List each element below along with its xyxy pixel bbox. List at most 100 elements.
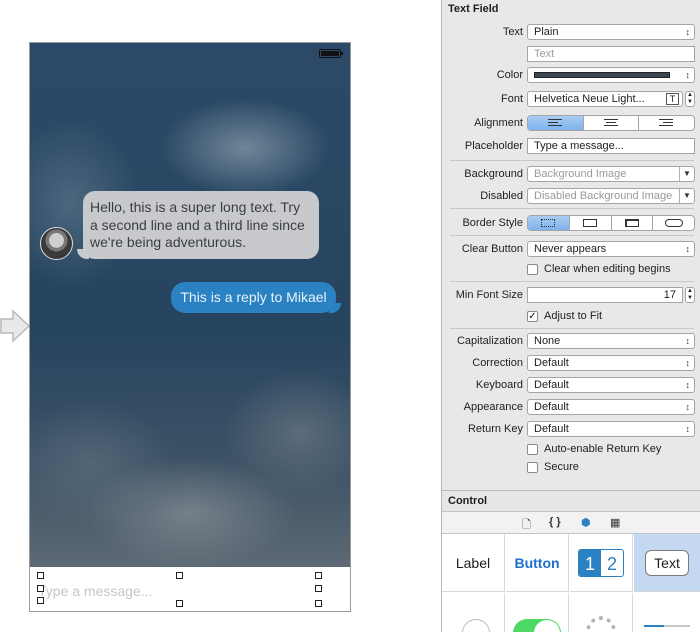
disabled-image-combo[interactable]: Disabled Background Image ▼ — [527, 188, 695, 204]
bubble-tail — [329, 303, 341, 313]
border-style-label: Border Style — [462, 217, 523, 229]
chevron-down-icon[interactable]: ▼ — [679, 189, 694, 203]
library-button-item[interactable]: Button — [506, 534, 569, 592]
library-slider-item[interactable] — [442, 593, 505, 632]
auto-enable-return-label: Auto-enable Return Key — [544, 443, 662, 455]
segmented-control-preview: 1 2 — [578, 548, 624, 577]
capitalization-popup[interactable]: None — [527, 333, 695, 349]
placeholder-label: Placeholder — [464, 140, 523, 152]
media-library-icon[interactable]: ▦ — [610, 516, 620, 529]
resize-handle[interactable] — [176, 572, 183, 579]
border-line-segment[interactable] — [570, 216, 612, 230]
clear-when-editing-checkbox[interactable]: Clear when editing begins — [527, 262, 671, 276]
clear-button-label: Clear Button — [461, 243, 523, 255]
align-right-segment[interactable] — [639, 116, 694, 130]
border-rounded-segment[interactable] — [653, 216, 694, 230]
keyboard-popup[interactable]: Default — [527, 377, 695, 393]
return-key-label: Return Key — [467, 423, 523, 435]
color-popup[interactable] — [527, 67, 695, 83]
file-template-icon[interactable]: 🗋 — [522, 516, 531, 535]
background-label: Background — [464, 168, 523, 180]
chevron-down-icon[interactable]: ▼ — [679, 167, 694, 181]
border-none-segment[interactable] — [528, 216, 570, 230]
color-label: Color — [496, 69, 523, 81]
min-font-size-stepper[interactable]: ▲ ▼ — [685, 287, 695, 303]
min-font-size-label: Min Font Size — [455, 289, 523, 301]
border-none-icon — [541, 219, 556, 227]
min-font-size-field[interactable]: 17 — [527, 287, 683, 303]
text-type-popup[interactable]: Plain — [527, 24, 695, 40]
text-value-field[interactable]: Text — [527, 46, 695, 62]
font-value: Helvetica Neue Light... — [534, 93, 645, 105]
resize-handle[interactable] — [37, 597, 44, 604]
library-activity-indicator-item[interactable] — [570, 593, 633, 632]
auto-enable-return-checkbox[interactable]: Auto-enable Return Key — [527, 442, 661, 456]
resize-handle[interactable] — [315, 600, 322, 607]
font-size-stepper[interactable]: ▲ ▼ — [685, 91, 695, 107]
color-swatch — [534, 72, 670, 78]
appearance-label: Appearance — [463, 401, 523, 413]
capitalization-label: Capitalization — [456, 335, 523, 347]
font-field[interactable]: Helvetica Neue Light... T — [527, 91, 683, 107]
resize-handle[interactable] — [37, 585, 44, 592]
appearance-popup[interactable]: Default — [527, 399, 695, 415]
placeholder-field[interactable]: Type a message... — [527, 138, 695, 154]
border-style-segmented-control — [527, 215, 695, 231]
checkmark-icon: ✓ — [527, 310, 538, 322]
resize-handle[interactable] — [176, 600, 183, 607]
storyboard-canvas: Hello, this is a super long text. Try a … — [0, 0, 440, 632]
align-left-segment[interactable] — [528, 116, 584, 130]
segment-two: 2 — [606, 553, 617, 574]
object-library-grid: Label Button 1 2 Text — [442, 534, 700, 632]
correction-popup[interactable]: Default — [527, 355, 695, 371]
message-text-field[interactable]: Type a message... — [38, 583, 328, 601]
divider — [450, 328, 694, 329]
font-label: Font — [500, 93, 523, 105]
message-input-bar: Type a message... — [30, 567, 350, 611]
control-section-title: Control — [448, 495, 488, 507]
avatar — [40, 227, 73, 260]
divider — [450, 160, 694, 161]
label-item-text: Label — [455, 554, 491, 571]
resize-handle[interactable] — [315, 585, 322, 592]
outgoing-message-bubble[interactable]: This is a reply to Mikael — [171, 282, 341, 313]
text-label: Text — [502, 26, 523, 38]
font-picker-icon[interactable]: T — [666, 93, 679, 105]
divider — [450, 235, 694, 236]
align-center-segment[interactable] — [584, 116, 640, 130]
segment-one: 1 — [579, 549, 601, 576]
object-library-icon[interactable]: ⬢ — [581, 516, 591, 529]
library-switch-item[interactable] — [506, 593, 569, 632]
clear-when-editing-label: Clear when editing begins — [544, 263, 671, 275]
interface-builder-window: Hello, this is a super long text. Try a … — [0, 0, 700, 632]
library-text-field-item[interactable]: Text — [634, 534, 700, 592]
checkbox-box — [527, 461, 538, 473]
library-progress-view-item[interactable] — [634, 593, 700, 632]
clear-button-popup[interactable]: Never appears — [527, 241, 695, 257]
control-section-header[interactable]: Control — [442, 490, 700, 512]
library-label-item[interactable]: Label — [442, 534, 505, 592]
library-tab-bar: 🗋 { } ⬢ ▦ — [442, 512, 700, 534]
secure-checkbox[interactable]: Secure — [527, 460, 579, 474]
background-image-combo[interactable]: Background Image ▼ — [527, 166, 695, 182]
chat-view-controller[interactable]: Hello, this is a super long text. Try a … — [29, 42, 351, 612]
adjust-to-fit-checkbox[interactable]: ✓ Adjust to Fit — [527, 309, 602, 323]
attributes-inspector: Text Field Text Plain Text Color Font He… — [441, 0, 700, 632]
resize-handle[interactable] — [37, 572, 44, 579]
incoming-message-text: Hello, this is a super long text. Try a … — [90, 199, 305, 250]
divider — [450, 281, 694, 282]
align-left-icon — [548, 119, 562, 127]
border-bezel-segment[interactable] — [612, 216, 654, 230]
text-field-preview: Text — [645, 549, 689, 576]
secure-label: Secure — [544, 461, 579, 473]
border-bezel-icon — [624, 219, 639, 227]
library-segmented-control-item[interactable]: 1 2 — [570, 534, 633, 592]
activity-indicator-icon — [586, 615, 616, 632]
battery-icon — [319, 49, 343, 58]
incoming-message-bubble[interactable]: Hello, this is a super long text. Try a … — [77, 191, 319, 259]
return-key-popup[interactable]: Default — [527, 421, 695, 437]
bubble-tail — [77, 249, 89, 259]
keyboard-label: Keyboard — [475, 379, 523, 391]
resize-handle[interactable] — [315, 572, 322, 579]
code-snippet-icon[interactable]: { } — [549, 516, 561, 528]
